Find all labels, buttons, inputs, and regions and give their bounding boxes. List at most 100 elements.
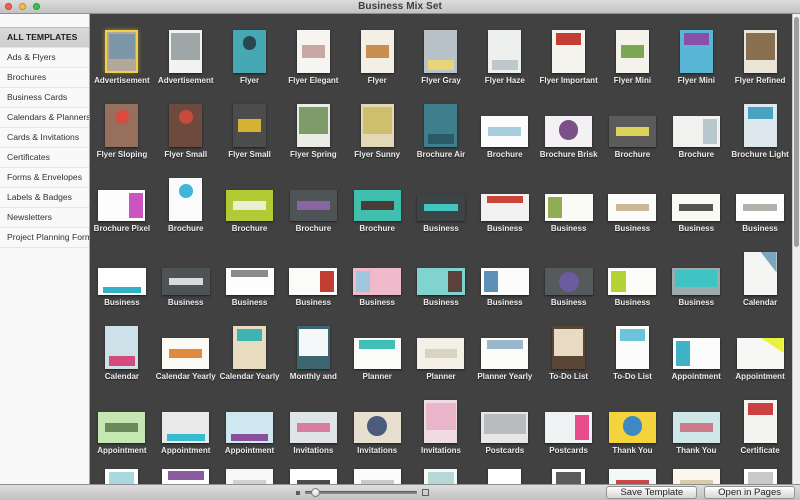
template-cell[interactable]: Business [154, 236, 218, 310]
template-thumbnail[interactable] [481, 194, 529, 221]
template-thumbnail[interactable] [609, 469, 656, 484]
template-thumbnail[interactable] [673, 469, 720, 484]
template-thumbnail[interactable] [105, 326, 138, 369]
open-in-pages-button[interactable]: Open in Pages [704, 486, 795, 499]
template-cell[interactable]: Business [601, 236, 665, 310]
template-thumbnail[interactable] [417, 268, 465, 295]
template-cell[interactable]: Invitations [281, 384, 345, 458]
template-cell[interactable]: Flyer Spring [281, 88, 345, 162]
template-cell[interactable]: Flyer Important [537, 14, 601, 88]
template-cell[interactable] [345, 456, 409, 484]
template-thumbnail[interactable] [744, 400, 777, 443]
template-cell[interactable]: Certificate [728, 384, 792, 458]
template-cell[interactable]: Business [473, 236, 537, 310]
template-cell[interactable]: Business [90, 236, 154, 310]
template-thumbnail[interactable] [737, 338, 784, 369]
template-cell[interactable]: Flyer Sunny [345, 88, 409, 162]
template-cell[interactable]: Flyer [218, 14, 282, 88]
scrollbar-thumb[interactable] [794, 17, 799, 247]
template-cell[interactable] [90, 456, 154, 484]
template-thumbnail[interactable] [424, 469, 457, 484]
template-cell[interactable]: Planner Yearly [473, 310, 537, 384]
template-thumbnail[interactable] [98, 412, 145, 443]
sidebar-item[interactable]: Project Planning Forms [0, 228, 89, 248]
template-cell[interactable] [601, 456, 665, 484]
template-cell[interactable]: Flyer Mini [601, 14, 665, 88]
sidebar-item[interactable]: Newsletters [0, 208, 89, 228]
template-cell[interactable]: Brochure Air [409, 88, 473, 162]
template-thumbnail[interactable] [105, 469, 138, 484]
template-thumbnail[interactable] [226, 190, 273, 221]
template-thumbnail[interactable] [673, 338, 720, 369]
sidebar-item[interactable]: Forms & Envelopes [0, 168, 89, 188]
template-thumbnail[interactable] [169, 30, 202, 73]
template-cell[interactable]: Invitations [345, 384, 409, 458]
template-cell[interactable] [664, 456, 728, 484]
sidebar-item[interactable]: Certificates [0, 148, 89, 168]
template-cell[interactable]: Brochure [345, 162, 409, 236]
template-thumbnail[interactable] [162, 412, 209, 443]
template-cell[interactable]: Brochure [281, 162, 345, 236]
template-cell[interactable]: Brochure [218, 162, 282, 236]
template-cell[interactable]: Thank You [601, 384, 665, 458]
template-cell[interactable]: Monthly and [281, 310, 345, 384]
template-cell[interactable]: Calendar Yearly [154, 310, 218, 384]
template-thumbnail[interactable] [680, 30, 713, 73]
slider-knob[interactable] [311, 488, 320, 497]
template-thumbnail[interactable] [609, 412, 656, 443]
template-cell[interactable]: Flyer Refined [728, 14, 792, 88]
template-thumbnail[interactable] [98, 190, 145, 221]
template-thumbnail[interactable] [354, 190, 401, 221]
template-thumbnail[interactable] [673, 116, 720, 147]
template-thumbnail[interactable] [162, 338, 209, 369]
template-thumbnail[interactable] [744, 469, 777, 484]
template-cell[interactable]: Business [345, 236, 409, 310]
template-cell[interactable]: Brochure Brisk [537, 88, 601, 162]
template-cell[interactable]: Business [473, 162, 537, 236]
template-cell[interactable]: Planner [409, 310, 473, 384]
template-thumbnail[interactable] [481, 412, 528, 443]
sidebar-item[interactable]: Labels & Badges [0, 188, 89, 208]
template-thumbnail[interactable] [616, 326, 649, 369]
template-cell[interactable]: Advertisement [90, 14, 154, 88]
template-cell[interactable]: Business [728, 162, 792, 236]
template-thumbnail[interactable] [608, 268, 656, 295]
template-thumbnail[interactable] [169, 178, 202, 221]
template-cell[interactable]: Flyer Sloping [90, 88, 154, 162]
template-thumbnail[interactable] [226, 469, 273, 484]
template-cell[interactable]: Brochure [601, 88, 665, 162]
template-cell[interactable]: Advertisement [154, 14, 218, 88]
template-thumbnail[interactable] [552, 469, 585, 484]
template-cell[interactable]: Business [281, 236, 345, 310]
template-cell[interactable]: Flyer Haze [473, 14, 537, 88]
template-thumbnail[interactable] [744, 252, 777, 295]
template-thumbnail[interactable] [545, 116, 592, 147]
template-cell[interactable] [281, 456, 345, 484]
template-thumbnail[interactable] [297, 104, 330, 147]
template-thumbnail[interactable] [488, 469, 521, 484]
template-cell[interactable] [537, 456, 601, 484]
template-cell[interactable]: Postcards [473, 384, 537, 458]
template-thumbnail[interactable] [361, 30, 394, 73]
template-thumbnail[interactable] [226, 412, 273, 443]
sidebar-item[interactable]: ALL TEMPLATES [0, 27, 89, 48]
template-thumbnail[interactable] [290, 469, 337, 484]
template-thumbnail[interactable] [672, 268, 720, 295]
template-thumbnail[interactable] [616, 30, 649, 73]
template-cell[interactable]: Appointment [154, 384, 218, 458]
template-thumbnail[interactable] [233, 326, 266, 369]
template-cell[interactable]: Brochure Pixel [90, 162, 154, 236]
template-thumbnail[interactable] [609, 116, 656, 147]
template-thumbnail[interactable] [552, 326, 585, 369]
sidebar-item[interactable]: Brochures [0, 68, 89, 88]
template-cell[interactable]: Thank You [664, 384, 728, 458]
template-thumbnail[interactable] [297, 30, 330, 73]
template-cell[interactable]: Business [409, 236, 473, 310]
template-thumbnail[interactable] [162, 268, 210, 295]
template-cell[interactable]: Flyer Small [154, 88, 218, 162]
template-thumbnail[interactable] [98, 268, 146, 295]
template-thumbnail[interactable] [297, 326, 330, 369]
template-cell[interactable]: Flyer Mini [664, 14, 728, 88]
template-cell[interactable]: To-Do List [601, 310, 665, 384]
template-cell[interactable]: Calendar [90, 310, 154, 384]
